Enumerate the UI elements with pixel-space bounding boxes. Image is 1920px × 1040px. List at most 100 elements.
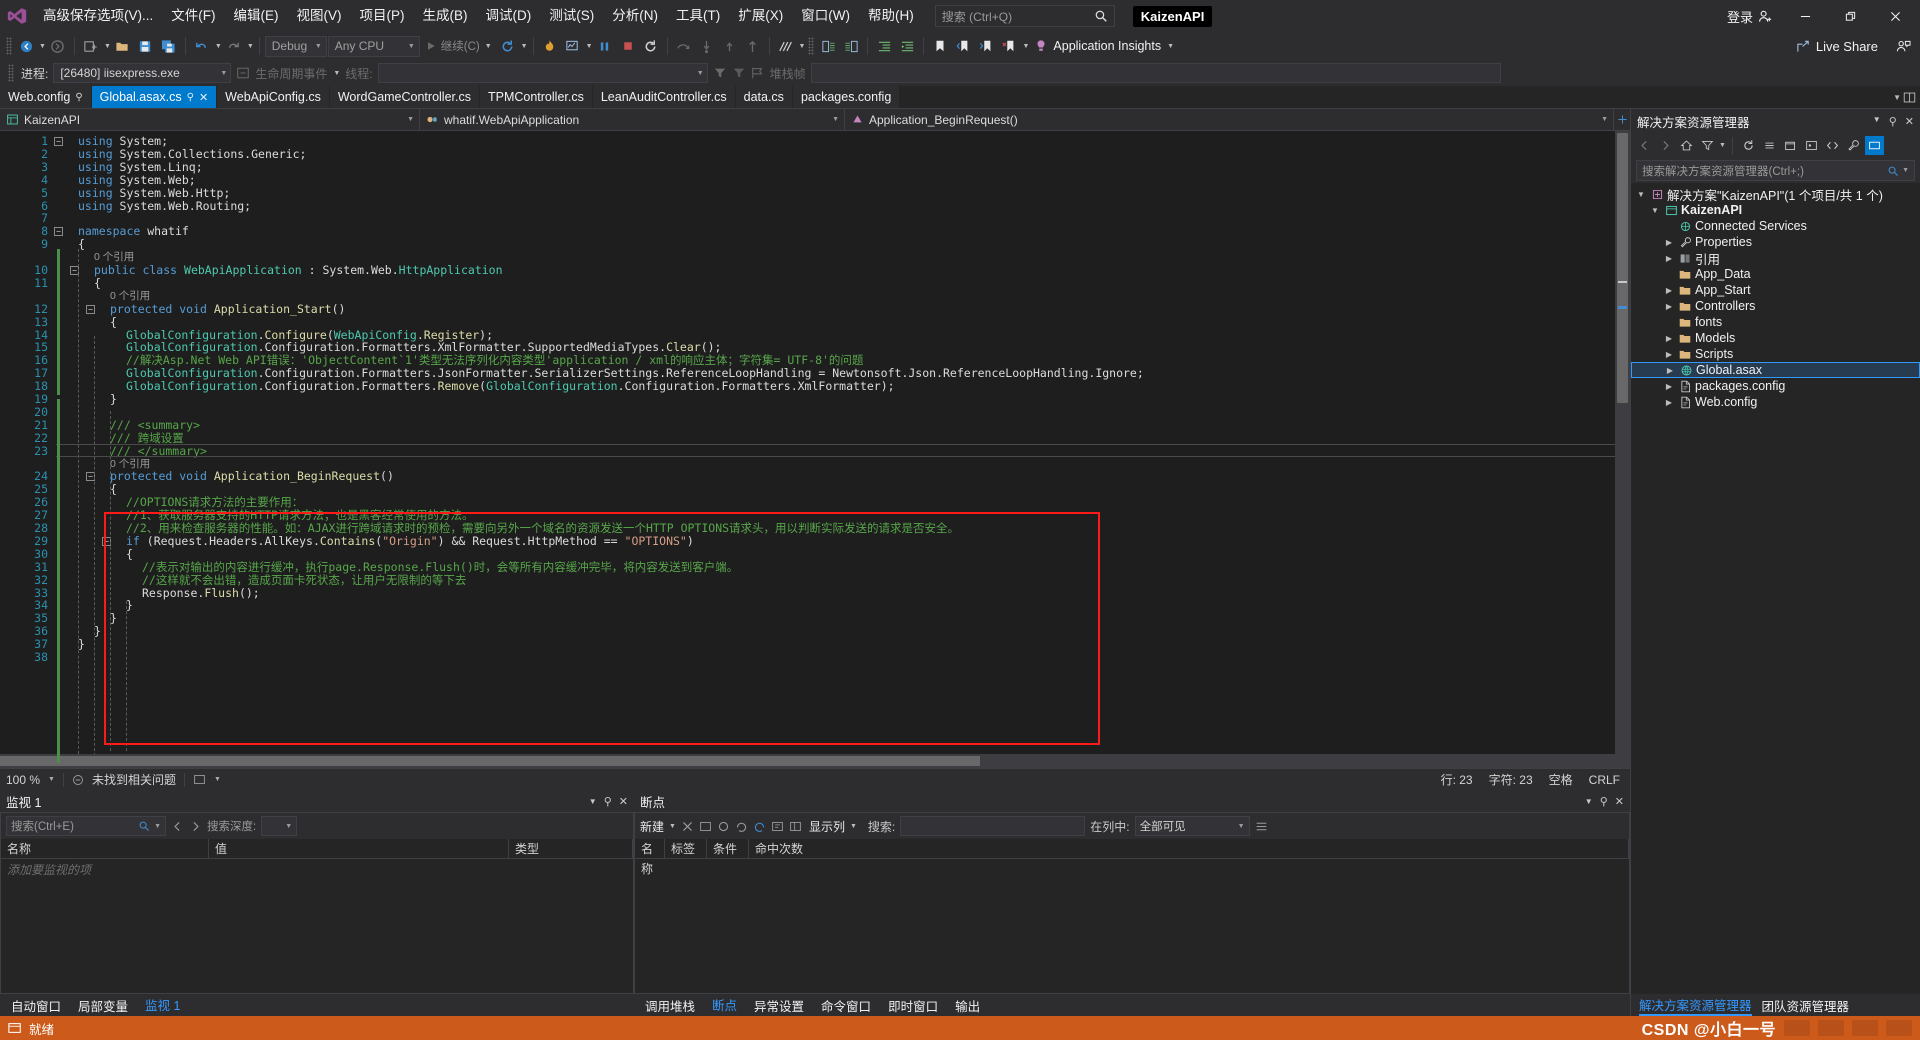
- bookmarks-caret[interactable]: ▼: [1022, 43, 1029, 50]
- solution-configuration-combo[interactable]: Debug ▼: [264, 35, 327, 57]
- scope-icon[interactable]: [193, 773, 206, 786]
- chevron-right-icon[interactable]: ▶: [1663, 302, 1675, 311]
- collapse-all-button[interactable]: [1760, 136, 1779, 155]
- go-to-source-icon[interactable]: [771, 820, 784, 833]
- continue-button[interactable]: 继续(C) ▼: [421, 35, 496, 57]
- tab-breakpoints[interactable]: 断点: [705, 993, 745, 1018]
- code-line[interactable]: }: [94, 625, 101, 638]
- code-line[interactable]: }: [110, 393, 117, 406]
- code-line[interactable]: }: [78, 638, 85, 651]
- watch-col-name[interactable]: 名称: [1, 838, 209, 859]
- tab-autos[interactable]: 自动窗口: [4, 994, 68, 1017]
- thread-combo[interactable]: ▼: [377, 63, 708, 83]
- tab-immediate-window[interactable]: 即时窗口: [881, 994, 945, 1017]
- forward-button[interactable]: [1656, 136, 1675, 155]
- toolbar-grip[interactable]: [6, 37, 12, 55]
- uncomment-selection-button[interactable]: [840, 35, 862, 57]
- tab-exception-settings[interactable]: 异常设置: [747, 994, 811, 1017]
- menu-item-edit[interactable]: 编辑(E): [225, 0, 288, 32]
- menu-item-extensions[interactable]: 扩展(X): [729, 0, 792, 32]
- chevron-right-icon[interactable]: ▶: [1663, 334, 1675, 343]
- sign-in-button[interactable]: 登录: [1717, 7, 1783, 26]
- tab-tpmcontroller-cs[interactable]: TPMController.cs: [479, 86, 593, 108]
- new-project-caret[interactable]: ▼: [104, 43, 111, 50]
- lifecycle-events-icon[interactable]: [236, 66, 250, 80]
- previous-bookmark-button[interactable]: [952, 35, 974, 57]
- minimize-button[interactable]: [1783, 0, 1828, 32]
- watch-search-input[interactable]: 搜索(Ctrl+E) ▼: [6, 816, 166, 836]
- tree-item-controllers[interactable]: ▶ Controllers: [1631, 298, 1920, 314]
- editor-vertical-scrollbar[interactable]: [1615, 131, 1630, 768]
- preview-selected-items-button[interactable]: [1864, 136, 1884, 155]
- feedback-button[interactable]: [1888, 30, 1918, 62]
- code-line[interactable]: using System.Web.Routing;: [78, 199, 251, 213]
- pending-changes-filter-button[interactable]: [1698, 136, 1717, 155]
- code-line[interactable]: if (Request.Headers.AllKeys.Contains("Or…: [126, 534, 694, 548]
- restart-button[interactable]: [497, 35, 519, 57]
- navbar-member-combo[interactable]: Application_BeginRequest() ▼: [845, 109, 1614, 130]
- columns-icon[interactable]: [789, 820, 802, 833]
- pin-icon[interactable]: ⚲: [75, 92, 82, 103]
- menu-item-window[interactable]: 窗口(W): [792, 0, 859, 32]
- toggle-bookmark-button[interactable]: [929, 35, 951, 57]
- pin-icon[interactable]: ⚲: [187, 92, 194, 103]
- tree-item-web-config[interactable]: ▶ Web.config: [1631, 394, 1920, 410]
- tree-item-app-data[interactable]: App_Data: [1631, 266, 1920, 282]
- solution-explorer-tree[interactable]: ▼ 解决方案"KaizenAPI"(1 个项目/共 1 个) ▼ KaizenAP…: [1631, 183, 1920, 994]
- tab-wordgamecontroller-cs[interactable]: WordGameController.cs: [329, 86, 480, 108]
- tab-solution-explorer[interactable]: 解决方案资源管理器: [1639, 995, 1752, 1016]
- chevron-down-icon[interactable]: ▼: [589, 797, 597, 806]
- menu-item-analyze[interactable]: 分析(N): [603, 0, 667, 32]
- app-insights-caret[interactable]: ▼: [1167, 43, 1174, 50]
- stop-debugging-button[interactable]: [617, 35, 639, 57]
- menu-item-advanced-save[interactable]: 高级保存选项(V)...: [34, 0, 162, 32]
- show-all-files-button[interactable]: [1781, 136, 1800, 155]
- chevron-down-icon[interactable]: ▼: [1873, 115, 1881, 128]
- step-out-alt-button[interactable]: [742, 35, 764, 57]
- back-dropdown-caret[interactable]: ▼: [39, 43, 46, 50]
- quick-launch-search[interactable]: 搜索 (Ctrl+Q): [934, 5, 1115, 27]
- watch-col-value[interactable]: 值: [209, 838, 509, 859]
- step-out-button[interactable]: [719, 35, 741, 57]
- chevron-down-icon[interactable]: ▼: [1238, 823, 1245, 830]
- chevron-right-icon[interactable]: ▶: [1664, 366, 1676, 375]
- view-code-button[interactable]: [1823, 136, 1842, 155]
- lifecycle-events-label[interactable]: 生命周期事件: [255, 65, 327, 82]
- code-line[interactable]: {: [110, 315, 117, 329]
- scope-caret-icon[interactable]: ▼: [214, 776, 221, 783]
- code-line[interactable]: GlobalConfiguration.Configuration.Format…: [126, 380, 895, 393]
- debugbar-grip[interactable]: [8, 64, 14, 82]
- tree-item-models[interactable]: ▶ Models: [1631, 330, 1920, 346]
- tab-list-caret-icon[interactable]: ▼: [1893, 93, 1901, 102]
- clear-bookmarks-button[interactable]: [998, 35, 1020, 57]
- bp-col-name[interactable]: 名称: [635, 838, 665, 876]
- import-breakpoints-icon[interactable]: [753, 820, 766, 833]
- back-button[interactable]: [1635, 136, 1654, 155]
- chevron-down-icon[interactable]: ▼: [1649, 206, 1661, 215]
- delete-all-breakpoints-icon[interactable]: [699, 820, 712, 833]
- home-button[interactable]: [1677, 136, 1696, 155]
- search-next-icon[interactable]: [189, 820, 202, 833]
- chevron-right-icon[interactable]: ▶: [1663, 286, 1675, 295]
- code-line[interactable]: namespace whatif: [78, 225, 189, 238]
- breakpoints-empty-area[interactable]: [635, 859, 1629, 993]
- solution-platform-combo[interactable]: Any CPU ▼: [327, 35, 420, 57]
- close-icon[interactable]: ✕: [199, 91, 208, 104]
- new-breakpoint-caret-icon[interactable]: ▼: [669, 823, 676, 830]
- tree-item-properties[interactable]: ▶ Properties: [1631, 234, 1920, 250]
- close-icon[interactable]: ✕: [1905, 115, 1914, 128]
- zoom-level[interactable]: 100 %: [6, 773, 40, 787]
- decrease-indent-button[interactable]: [873, 35, 895, 57]
- tab-web-config[interactable]: Web.config ⚲: [0, 86, 92, 108]
- bp-col-hitcount[interactable]: 命中次数: [749, 838, 1629, 859]
- bp-col-label[interactable]: 标签: [665, 838, 707, 859]
- tab-call-stack[interactable]: 调用堆栈: [638, 994, 702, 1017]
- redo-caret[interactable]: ▼: [247, 43, 254, 50]
- code-line[interactable]: {: [94, 276, 101, 290]
- restart-caret[interactable]: ▼: [521, 43, 528, 50]
- undo-button[interactable]: [191, 35, 213, 57]
- tab-packages-config[interactable]: packages.config: [792, 86, 901, 108]
- tab-global-asax-cs[interactable]: Global.asax.cs ⚲ ✕: [91, 86, 218, 108]
- comment-selection-button[interactable]: [817, 35, 839, 57]
- chevron-down-icon[interactable]: ▼: [1635, 190, 1647, 199]
